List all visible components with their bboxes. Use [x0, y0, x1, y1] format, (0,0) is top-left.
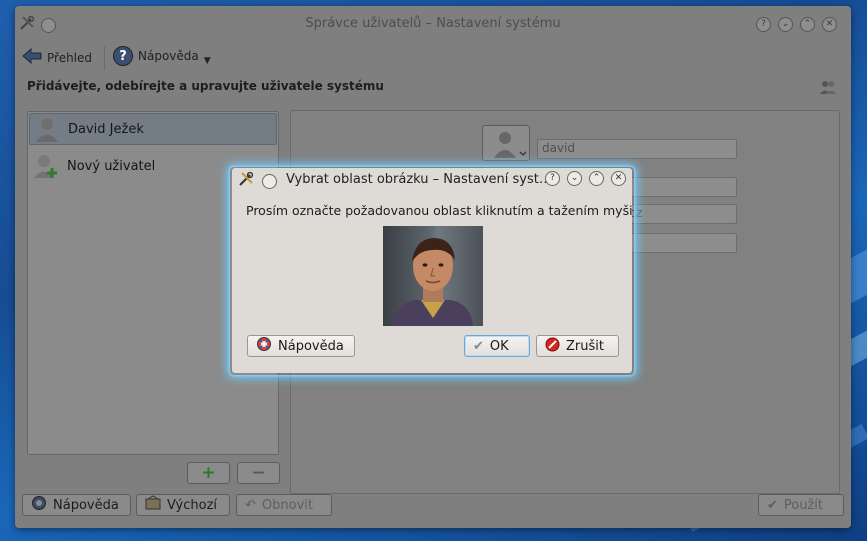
- toolbar-separator: [104, 46, 105, 70]
- user-avatar-icon: [34, 115, 60, 143]
- minimize-button[interactable]: ⌄: [567, 171, 582, 186]
- defaults-button[interactable]: Výchozí: [136, 494, 230, 516]
- help-menu-label: Nápověda: [138, 49, 199, 63]
- reset-button[interactable]: ↶ Obnovit: [236, 494, 332, 516]
- help-titlebar-button[interactable]: ?: [545, 171, 560, 186]
- add-user-button[interactable]: +: [187, 462, 230, 484]
- close-button[interactable]: ✕: [822, 17, 837, 32]
- select-image-area-dialog: Vybrat oblast obrázku – Nastavení syst… …: [232, 168, 632, 373]
- maximize-button[interactable]: ⌃: [800, 17, 815, 32]
- minus-icon: −: [251, 463, 266, 483]
- overview-button-label: Přehled: [47, 50, 93, 65]
- ok-button[interactable]: ✔ OK: [464, 335, 530, 357]
- username-field[interactable]: david: [537, 139, 737, 159]
- dialog-message: Prosím označte požadovanou oblast kliknu…: [246, 203, 632, 218]
- help-lifebuoy-icon: [31, 495, 47, 515]
- cancel-button-label: Zrušit: [566, 338, 604, 354]
- checkmark-icon: ✔: [767, 497, 778, 513]
- dialog-titlebar[interactable]: Vybrat oblast obrázku – Nastavení syst… …: [232, 168, 632, 190]
- cancel-icon: [545, 337, 560, 356]
- user-list-item-label: David Ježek: [68, 121, 144, 137]
- remove-user-button[interactable]: −: [237, 462, 280, 484]
- add-user-icon: [33, 152, 59, 180]
- dialog-help-button[interactable]: Nápověda: [247, 335, 355, 357]
- back-arrow-icon: [22, 47, 42, 67]
- dialog-title: Vybrat oblast obrázku – Nastavení syst…: [286, 172, 552, 187]
- user-photo-crop-area[interactable]: [383, 226, 483, 326]
- help-titlebar-button[interactable]: ?: [756, 17, 771, 32]
- window-titlebar[interactable]: Správce uživatelů – Nastavení systému ? …: [15, 6, 851, 42]
- undo-icon: ↶: [245, 497, 256, 513]
- checkmark-icon: ✔: [473, 338, 484, 354]
- minimize-button[interactable]: ⌄: [778, 17, 793, 32]
- defaults-icon: [145, 495, 161, 515]
- toolbar: Přehled ? Nápověda ▼: [15, 42, 851, 74]
- keep-above-button[interactable]: [262, 173, 277, 189]
- maximize-button[interactable]: ⌃: [589, 171, 604, 186]
- reset-button-label: Obnovit: [261, 497, 313, 513]
- cancel-button[interactable]: Zrušit: [536, 335, 619, 357]
- help-menu-button[interactable]: ? Nápověda ▼: [113, 46, 211, 66]
- apply-button[interactable]: ✔ Použít: [758, 494, 844, 516]
- help-button[interactable]: Nápověda: [22, 494, 131, 516]
- help-button-label: Nápověda: [53, 497, 119, 513]
- close-button[interactable]: ✕: [611, 171, 626, 186]
- defaults-button-label: Výchozí: [167, 497, 218, 513]
- dialog-help-button-label: Nápověda: [278, 338, 344, 354]
- avatar-picker-button[interactable]: [482, 125, 530, 161]
- ok-button-label: OK: [489, 338, 509, 354]
- users-icon: [819, 78, 837, 96]
- user-list-item-label: Nový uživatel: [67, 158, 156, 174]
- user-list-item-david[interactable]: David Ježek: [29, 113, 277, 145]
- page-heading: Přidávejte, odebírejte a upravujte uživa…: [27, 79, 384, 93]
- plus-icon: +: [201, 463, 216, 483]
- tools-icon[interactable]: [238, 171, 254, 191]
- window-title: Správce uživatelů – Nastavení systému: [305, 16, 561, 31]
- help-icon: ?: [113, 46, 133, 66]
- help-lifebuoy-icon: [256, 336, 272, 356]
- chevron-down-icon: ▼: [203, 56, 211, 66]
- overview-button[interactable]: Přehled: [22, 47, 93, 67]
- apply-button-label: Použít: [783, 497, 824, 513]
